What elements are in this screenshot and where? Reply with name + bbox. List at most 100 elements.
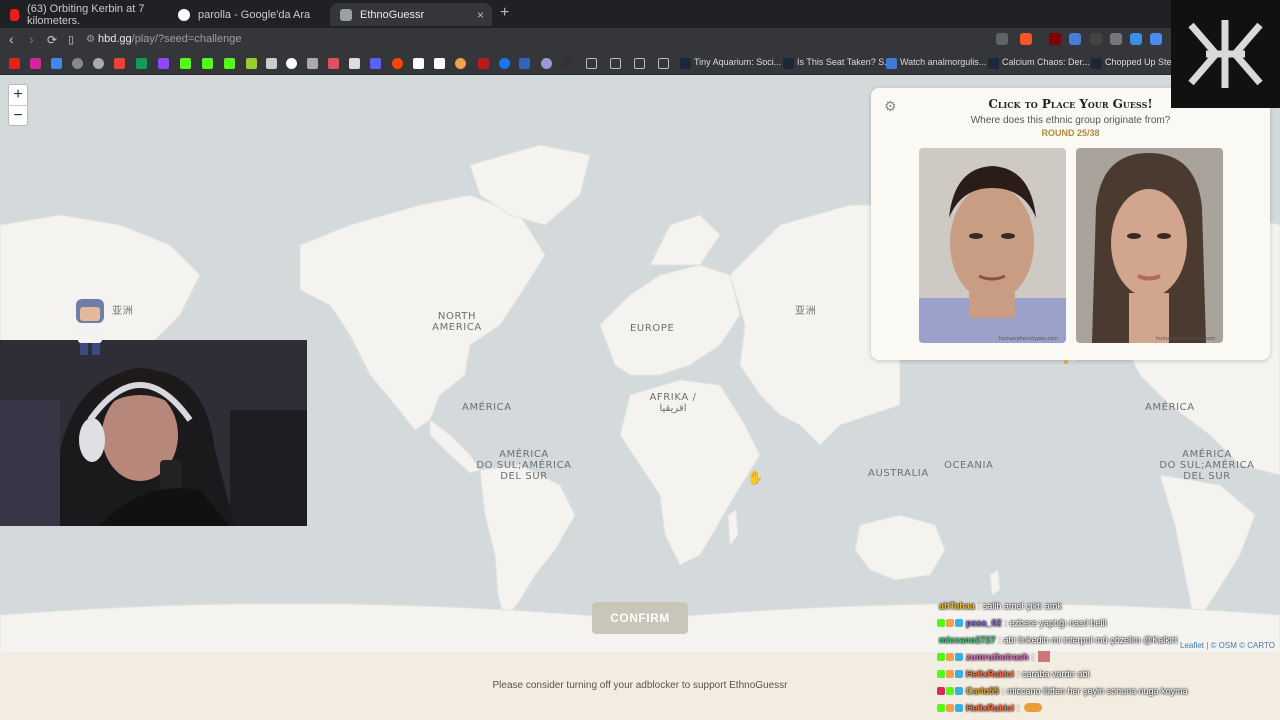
translate-icon[interactable] xyxy=(51,58,62,69)
steam-icon xyxy=(988,58,999,69)
chat-message: zumruthetrash: xyxy=(937,648,1280,665)
extension-icon[interactable] xyxy=(1150,33,1162,45)
ublock-icon[interactable] xyxy=(1049,33,1061,45)
guess-panel: ⚙ Click to Place Your Guess! Where does … xyxy=(871,88,1270,364)
gmail-icon[interactable] xyxy=(114,58,125,69)
carousel-dot-active[interactable] xyxy=(1064,360,1068,364)
extension-icon[interactable] xyxy=(1090,33,1102,45)
emote-icon xyxy=(1023,703,1042,712)
extension-icon[interactable] xyxy=(246,58,257,69)
extension-icon[interactable] xyxy=(328,58,339,69)
chat-text: : caraba vardır abi xyxy=(1017,668,1090,679)
globe-icon[interactable] xyxy=(72,58,83,69)
discord-icon[interactable] xyxy=(370,58,381,69)
brave-shield-icon[interactable] xyxy=(1020,33,1032,45)
extension-icon[interactable] xyxy=(1110,33,1122,45)
forward-icon[interactable]: › xyxy=(29,31,34,47)
browser-tab-google[interactable]: parolla - Google'da Ara xyxy=(168,3,330,26)
extension-icon[interactable] xyxy=(562,58,573,69)
kick-icon[interactable] xyxy=(224,58,235,69)
url-field[interactable]: hbd.gg/play/?seed=challenge xyxy=(98,33,241,45)
tab-strip: (63) Orbiting Kerbin at 7 kilometers. pa… xyxy=(0,0,1280,28)
reload-icon[interactable]: ⟳ xyxy=(47,33,57,47)
chat-message: ahTahaa: salih amel çıktı amk xyxy=(937,597,1280,614)
browser-tab-youtube[interactable]: (63) Orbiting Kerbin at 7 kilometers. xyxy=(0,3,168,27)
bookmark-icon[interactable]: ▯ xyxy=(68,33,74,46)
chat-username: HelixRakici xyxy=(966,702,1015,713)
kick-badge-icon xyxy=(937,618,945,627)
bookmarks-bar: Tiny Aquarium: Soci... Is This Seat Take… xyxy=(0,53,1280,75)
map-label-oceania: OCEANIA xyxy=(944,460,994,471)
chat-text: : miccano lütfen her şeyin sonuna nuga k… xyxy=(1002,685,1188,696)
chat-text: : xyxy=(1031,651,1035,662)
bookmark-item[interactable]: Tiny Aquarium: Soci... xyxy=(694,57,781,67)
twitch-icon[interactable] xyxy=(158,58,169,69)
extension-icon[interactable] xyxy=(266,58,277,69)
folder-icon[interactable] xyxy=(634,58,645,69)
extension-icon[interactable] xyxy=(519,58,530,69)
badge-icon xyxy=(955,652,963,661)
youtube-icon[interactable] xyxy=(9,58,20,69)
share-icon[interactable] xyxy=(996,33,1008,45)
bookmark-item[interactable]: Calcium Chaos: Der... xyxy=(1002,57,1090,67)
map-label-america: AMÉRICA xyxy=(462,402,512,413)
instagram-icon[interactable] xyxy=(30,58,41,69)
new-tab-button[interactable]: + xyxy=(500,4,509,22)
folder-icon[interactable] xyxy=(658,58,669,69)
extension-icon[interactable] xyxy=(455,58,466,69)
amazon-icon[interactable] xyxy=(434,58,445,69)
reddit-icon[interactable] xyxy=(392,58,403,69)
badge-icon xyxy=(955,618,963,627)
extension-icon[interactable] xyxy=(1130,33,1142,45)
badge-icon xyxy=(946,618,954,627)
confirm-button[interactable]: CONFIRM xyxy=(592,602,688,634)
extension-icon[interactable] xyxy=(478,58,489,69)
globe-icon[interactable] xyxy=(93,58,104,69)
chat-overlay: ahTahaa: salih amel çıktı amk pasa_02: e… xyxy=(937,597,1280,716)
extension-icon[interactable] xyxy=(541,58,552,69)
back-icon[interactable]: ‹ xyxy=(9,31,14,47)
url-path: /play/?seed=challenge xyxy=(131,33,242,45)
extension-icon[interactable] xyxy=(307,58,318,69)
browser-tab-ethnoguessr[interactable]: EthnoGuessr × xyxy=(330,3,492,26)
kick-badge-icon xyxy=(937,669,945,678)
badge-icon xyxy=(937,686,945,695)
site-info-icon[interactable]: ⚙ xyxy=(86,34,95,45)
folder-icon[interactable] xyxy=(586,58,597,69)
steam-icon xyxy=(783,58,794,69)
bookmark-item[interactable]: Watch analmorgulis... xyxy=(900,57,986,67)
round-counter: ROUND 25/38 xyxy=(1041,128,1100,138)
extension-icon[interactable] xyxy=(1069,33,1081,45)
extension-icon[interactable] xyxy=(499,58,510,69)
kick-badge-icon xyxy=(937,652,945,661)
chat-text: : abi linkedin mi interpol mü çözelim @K… xyxy=(998,634,1178,645)
chat-username: pasa_02 xyxy=(966,617,1002,628)
kick-icon[interactable] xyxy=(202,58,213,69)
page-favicon-icon xyxy=(340,8,352,21)
drive-icon[interactable] xyxy=(136,58,147,69)
map-label-europe: EUROPE xyxy=(630,323,675,334)
carousel-dot[interactable] xyxy=(1071,360,1075,364)
anchor-icon[interactable] xyxy=(286,58,297,69)
bookmark-item[interactable]: Is This Seat Taken? S... xyxy=(797,57,892,67)
map-label-north-america: NORTH AMERICA xyxy=(432,311,482,333)
chat-username: ahTahaa xyxy=(939,600,975,611)
map-label-asia: 亚洲 xyxy=(795,306,817,317)
avatar-sticker xyxy=(72,297,108,357)
folder-icon[interactable] xyxy=(610,58,621,69)
close-tab-icon[interactable]: × xyxy=(477,8,484,22)
zoom-in-button[interactable]: + xyxy=(9,85,27,105)
chat-username: miccano2727 xyxy=(939,634,996,645)
url-host: hbd.gg xyxy=(98,33,132,45)
map-label-america: AMÉRICA xyxy=(1145,402,1195,413)
steam-icon xyxy=(680,58,691,69)
google-icon xyxy=(178,8,190,21)
hand-cursor-icon: ✋ xyxy=(747,470,764,485)
patreon-icon[interactable] xyxy=(413,58,424,69)
zoom-out-button[interactable]: − xyxy=(9,105,27,125)
kick-icon[interactable] xyxy=(180,58,191,69)
chat-username: Carlo55 xyxy=(966,685,1000,696)
map-label-asia: 亚洲 xyxy=(112,306,134,317)
image-watermark: humanphenotypes.com xyxy=(999,336,1058,342)
x-icon[interactable] xyxy=(349,58,360,69)
